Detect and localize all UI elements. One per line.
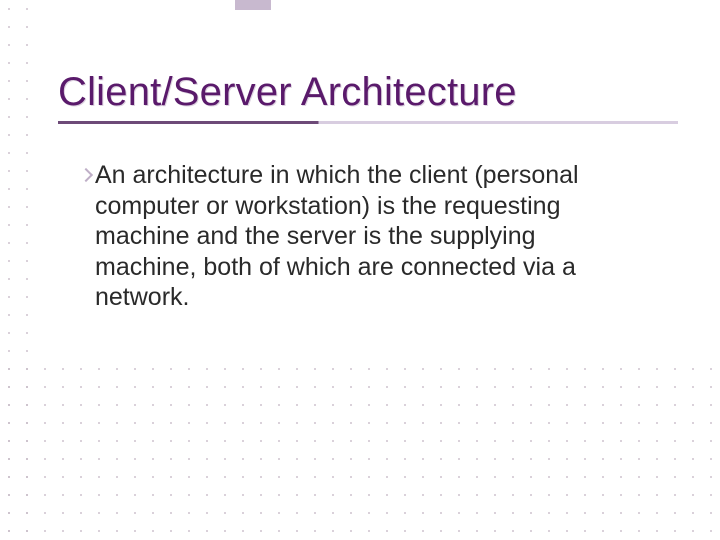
- slide: Client/Server Architecture An architectu…: [0, 0, 720, 540]
- accent-tab: [235, 0, 271, 10]
- title-block: Client/Server Architecture: [58, 70, 680, 124]
- body-block: An architecture in which the client (per…: [95, 160, 605, 313]
- title-underline: [58, 121, 678, 124]
- dotted-grid-left: [0, 0, 36, 540]
- dotted-grid-bottom: [0, 360, 720, 540]
- bullet-chevron-icon: [79, 168, 93, 182]
- slide-title: Client/Server Architecture: [58, 70, 680, 115]
- slide-body: An architecture in which the client (per…: [95, 160, 605, 313]
